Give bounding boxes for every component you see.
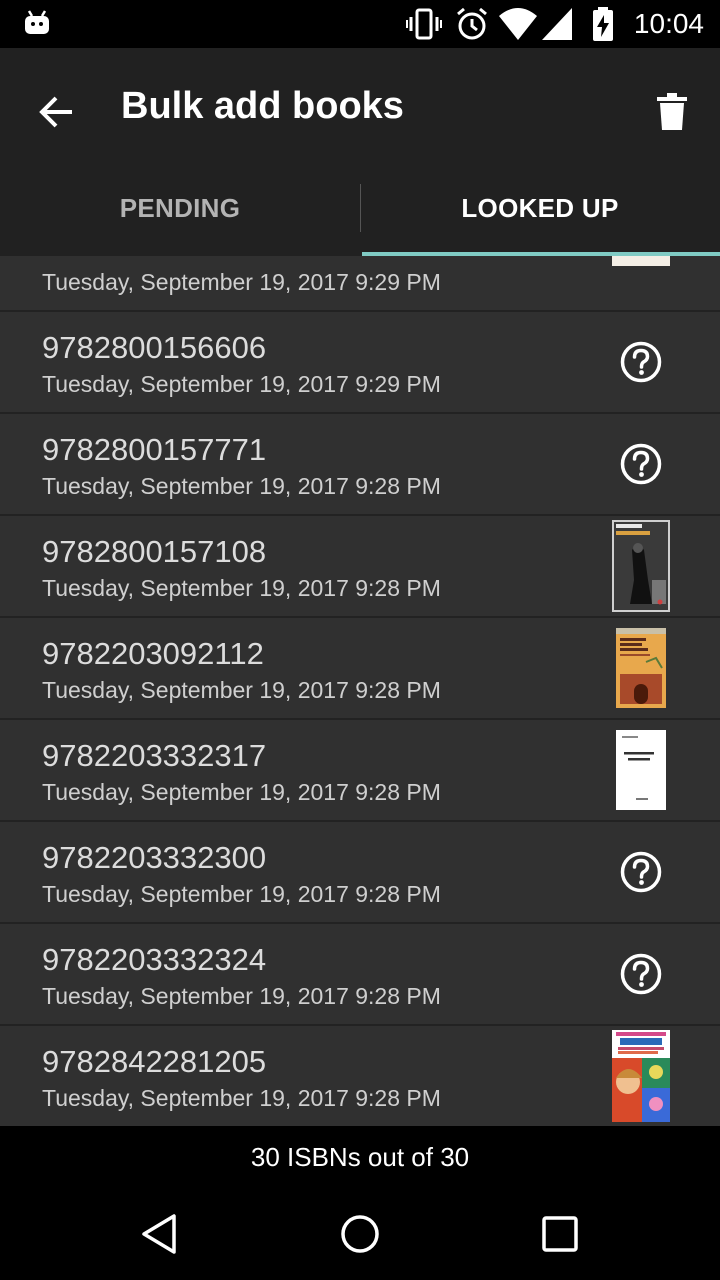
cell-signal-icon	[542, 8, 572, 40]
arrow-back-icon	[39, 96, 72, 128]
book-cover-thumbnail	[616, 628, 666, 708]
book-cover-thumbnail	[612, 1030, 670, 1122]
alarm-icon	[457, 7, 487, 40]
list-item[interactable]: 9782800156606 Tuesday, September 19, 2017…	[0, 312, 720, 414]
lookup-date: Tuesday, September 19, 2017 9:29 PM	[42, 371, 441, 397]
list-item[interactable]: Tuesday, September 19, 2017 9:29 PM	[0, 256, 720, 312]
lookup-date: Tuesday, September 19, 2017 9:28 PM	[42, 881, 441, 907]
book-cover-thumbnail	[612, 256, 670, 266]
isbn-list[interactable]: Tuesday, September 19, 2017 9:29 PM 97828…	[0, 256, 720, 1126]
unknown-cover-icon	[620, 851, 662, 893]
book-cover-thumbnail	[612, 520, 670, 612]
isbn-text: 9782800157108	[42, 534, 267, 569]
unknown-cover-icon	[620, 443, 662, 485]
isbn-list-content: Tuesday, September 19, 2017 9:29 PM 97828…	[0, 256, 720, 1126]
app-bar: Bulk add books PENDING LOOKED UP	[0, 48, 720, 256]
lookup-date: Tuesday, September 19, 2017 9:28 PM	[42, 983, 441, 1009]
tab-bar: PENDING LOOKED UP	[0, 160, 720, 256]
navigation-bar	[0, 1188, 720, 1280]
nav-recents-icon[interactable]	[536, 1210, 584, 1258]
lookup-date: Tuesday, September 19, 2017 9:28 PM	[42, 1085, 441, 1111]
list-item[interactable]: 9782203092112 Tuesday, September 19, 2017…	[0, 618, 720, 720]
battery-charging-icon	[593, 7, 613, 41]
back-button[interactable]	[24, 80, 88, 144]
list-item[interactable]: 9782203332324 Tuesday, September 19, 2017…	[0, 924, 720, 1026]
isbn-count-label: 30 ISBNs out of 30	[250, 1141, 470, 1172]
isbn-text: 9782800156606	[42, 330, 267, 365]
list-item[interactable]: 9782842281205 Tuesday, September 19, 2017…	[0, 1026, 720, 1126]
list-item[interactable]: 9782800157108 Tuesday, September 19, 2017…	[0, 516, 720, 618]
delete-button[interactable]	[648, 80, 696, 144]
summary-footer: 30 ISBNs out of 30	[0, 1126, 720, 1188]
page-title: Bulk add books	[121, 85, 404, 127]
trash-icon	[657, 93, 687, 130]
lookup-date: Tuesday, September 19, 2017 9:28 PM	[42, 473, 441, 499]
isbn-text: 9782203332317	[42, 738, 267, 773]
list-item[interactable]: 9782203332300 Tuesday, September 19, 2017…	[0, 822, 720, 924]
list-item[interactable]: 9782800157771 Tuesday, September 19, 2017…	[0, 414, 720, 516]
tab-pending[interactable]: PENDING	[0, 160, 360, 256]
isbn-text: 9782203092112	[42, 636, 264, 671]
unknown-cover-icon	[620, 953, 662, 995]
unknown-cover-icon	[620, 341, 662, 383]
isbn-text: 9782842281205	[42, 1044, 267, 1079]
lookup-date: Tuesday, September 19, 2017 9:28 PM	[42, 575, 441, 601]
list-item[interactable]: 9782203332317 Tuesday, September 19, 2017…	[0, 720, 720, 822]
nav-back-icon[interactable]	[136, 1210, 184, 1258]
tab-divider	[360, 184, 361, 232]
isbn-text: 9782203332300	[42, 840, 267, 875]
tab-looked-up[interactable]: LOOKED UP	[360, 160, 720, 256]
status-bar: 10:04	[0, 0, 720, 48]
isbn-text: 9782800157771	[42, 432, 267, 467]
status-time: 10:04	[633, 8, 704, 39]
lookup-date: Tuesday, September 19, 2017 9:29 PM	[42, 269, 441, 295]
android-debug-icon	[25, 10, 49, 34]
wifi-icon	[499, 8, 537, 40]
lookup-date: Tuesday, September 19, 2017 9:28 PM	[42, 677, 441, 703]
nav-home-icon[interactable]	[336, 1210, 384, 1258]
vibrate-icon	[406, 8, 442, 40]
lookup-date: Tuesday, September 19, 2017 9:28 PM	[42, 779, 441, 805]
isbn-text: 9782203332324	[42, 942, 267, 977]
book-cover-thumbnail	[616, 730, 666, 810]
